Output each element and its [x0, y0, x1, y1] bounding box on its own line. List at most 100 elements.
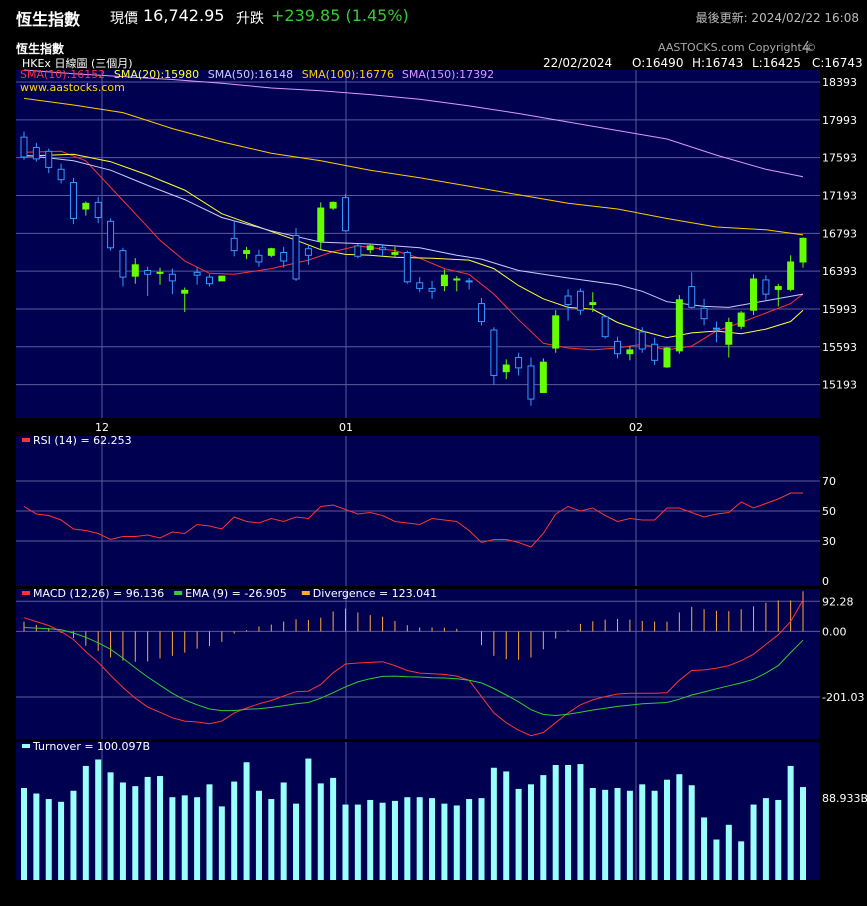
macd-legend-label: EMA (9) = -26.905 [185, 587, 287, 600]
candle-body [478, 303, 486, 323]
candle-body [20, 136, 28, 158]
candle-body [750, 278, 758, 311]
turnover-bar [82, 765, 89, 880]
candle-body [465, 280, 473, 283]
turnover-bar [404, 797, 411, 880]
rsi-legend-label: RSI (14) = 62.253 [33, 434, 132, 447]
turnover-bar [713, 839, 720, 880]
website-link[interactable]: www.aastocks.com [20, 81, 125, 94]
date-tick-label: 02 [629, 421, 643, 434]
turnover-bar [45, 799, 52, 880]
turnover-bar [676, 774, 683, 880]
copyright-text: AASTOCKS.com Copyright © [658, 41, 816, 54]
price-panel [16, 70, 820, 418]
turnover-bar [453, 805, 460, 880]
candle-body [45, 150, 53, 168]
turnover-bar [169, 797, 176, 880]
sma-legend-entry: SMA(20):15980 [114, 68, 199, 81]
candle-body [539, 361, 547, 393]
turnover-bar [515, 788, 522, 880]
candle-body [601, 316, 609, 338]
turnover-bar [119, 782, 126, 880]
ohlc-close: C:16743 [812, 56, 863, 70]
macd-legend-swatch [301, 591, 310, 595]
turnover-bar [540, 775, 547, 880]
turnover-bar [688, 785, 695, 880]
turnover-bar [305, 758, 312, 880]
date-tick-label: 12 [95, 421, 109, 434]
turnover-legend-swatch [22, 744, 30, 748]
turnover-legend-label: Turnover = 100.097B [32, 740, 150, 753]
sma-legend-entry: SMA(10):16152 [20, 68, 105, 81]
price-tick-label: 15993 [822, 303, 857, 316]
candle-body [267, 248, 275, 256]
turnover-bar [391, 800, 398, 880]
candle-body [94, 201, 102, 219]
turnover-bar [194, 797, 201, 880]
turnover-bar [490, 767, 497, 880]
candle-body [379, 247, 387, 251]
index-title: 恆生指數 [16, 10, 81, 29]
candle-body [280, 252, 288, 262]
current-price: 16,742.95 [143, 6, 225, 25]
last-updated: 最後更新: 2024/02/22 16:08 [695, 11, 859, 25]
turnover-bar [255, 790, 262, 880]
candle-body [552, 315, 560, 349]
turnover-bar [231, 781, 238, 880]
turnover-bar [429, 798, 436, 880]
turnover-bar [725, 824, 732, 880]
candle-body [564, 295, 572, 306]
turnover-bar [218, 806, 225, 880]
turnover-bar [58, 801, 65, 880]
sma-legend-entry: SMA(100):16776 [302, 68, 394, 81]
turnover-bar [132, 786, 139, 880]
candle-body [354, 245, 362, 257]
candle-body [502, 364, 510, 373]
candle-body [453, 278, 461, 281]
turnover-bar [466, 799, 473, 880]
candle-body [712, 327, 720, 330]
turnover-bar [268, 799, 275, 880]
candle-body [527, 365, 535, 400]
candle-body [675, 299, 683, 352]
macd-tick-label: -201.03 [822, 691, 864, 704]
macd-legend-label: MACD (12,26) = 96.136 [33, 587, 164, 600]
candle-body [626, 349, 634, 355]
candle-body [107, 220, 115, 249]
rsi-tick-label: 30 [822, 535, 836, 548]
turnover-bar [70, 790, 77, 880]
change-label: 升跌 [236, 11, 264, 27]
turnover-bar [527, 784, 534, 880]
rsi-legend-swatch [22, 438, 30, 442]
turnover-bar [95, 759, 102, 880]
candle-body [57, 168, 65, 181]
candle-body [144, 269, 152, 275]
candle-body [774, 286, 782, 290]
candle-body [366, 245, 374, 251]
macd-tick-label: 0.00 [822, 625, 847, 638]
price-tick-label: 16793 [822, 227, 857, 240]
ohlc-high: H:16743 [692, 56, 743, 70]
turnover-tick-label: 88.933B [822, 792, 867, 805]
sma-legend-entry: SMA(50):16148 [208, 68, 293, 81]
macd-tick-label: 92.28 [822, 595, 854, 608]
candle-body [787, 261, 795, 290]
turnover-bar [342, 804, 349, 880]
price-tick-label: 17993 [822, 114, 857, 127]
candle-body [69, 182, 77, 219]
turnover-bar [626, 790, 633, 880]
turnover-bar [663, 779, 670, 880]
candle-body [700, 307, 708, 320]
candle-body [243, 250, 251, 254]
turnover-bar [107, 772, 114, 880]
candle-body [193, 271, 201, 276]
candle-body [32, 147, 40, 160]
turnover-bar [750, 804, 757, 880]
macd-panel [16, 589, 820, 739]
turnover-bar [552, 765, 559, 880]
turnover-bar [330, 777, 337, 880]
turnover-bar [157, 776, 164, 880]
turnover-bar [738, 841, 745, 880]
turnover-bar [565, 765, 572, 880]
price-tick-label: 17193 [822, 189, 857, 202]
